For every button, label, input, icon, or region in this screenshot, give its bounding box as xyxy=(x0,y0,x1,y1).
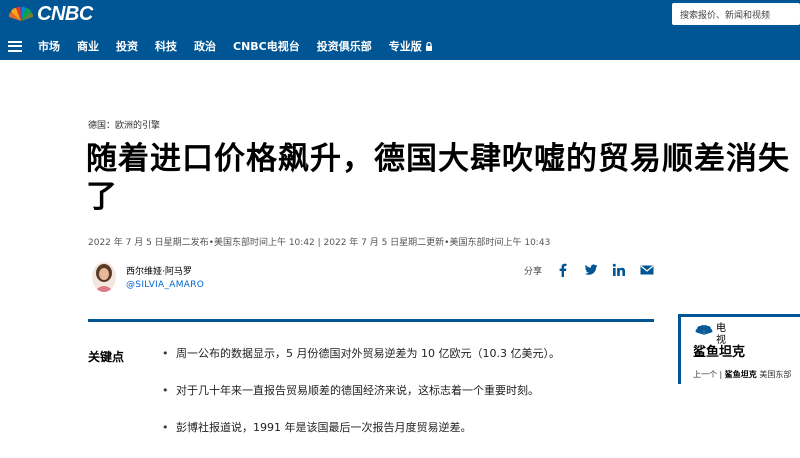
nav-item-cnbc-tv[interactable]: CNBC电视台 xyxy=(233,38,300,54)
email-icon[interactable] xyxy=(640,263,654,277)
key-points-label: 关键点 xyxy=(88,350,125,364)
key-point: 彭博社报道说，1991 年是该国最后一次报告月度贸易逆差。 xyxy=(162,420,642,436)
logo-text: CNBC xyxy=(37,3,93,25)
share-bar: 分享 xyxy=(524,263,668,277)
key-points-divider xyxy=(88,319,654,322)
main-nav: 市场 商业 投资 科技 政治 CNBC电视台 投资俱乐部 专业版 xyxy=(8,36,450,56)
peacock-icon xyxy=(695,325,713,335)
key-point: 周一公布的数据显示，5 月份德国对外贸易逆差为 10 亿欧元（10.3 亿美元）… xyxy=(162,346,642,362)
nav-item-politics[interactable]: 政治 xyxy=(194,38,216,54)
article-dateline: 2022 年 7 月 5 日星期二发布•美国东部时间上午 10:42 | 202… xyxy=(88,238,551,248)
facebook-icon[interactable] xyxy=(556,263,570,277)
site-header: CNBC 搜索报价、新闻和视频 市场 商业 投资 科技 政治 CNBC电视台 投… xyxy=(0,0,800,60)
cnbc-logo[interactable]: CNBC xyxy=(8,3,93,25)
author-name[interactable]: 西尔维娅·阿马罗 xyxy=(126,264,204,277)
nav-item-pro-label: 专业版 xyxy=(388,40,422,53)
nav-item-investing[interactable]: 投资 xyxy=(116,38,138,54)
search-input[interactable]: 搜索报价、新闻和视频 xyxy=(672,3,800,25)
tv-up-next-time: 美国东部 xyxy=(759,370,792,379)
nav-item-tech[interactable]: 科技 xyxy=(155,38,177,54)
nav-item-investing-club[interactable]: 投资俱乐部 xyxy=(317,38,372,54)
tv-up-next-label: 上一个 | xyxy=(693,370,723,379)
share-label: 分享 xyxy=(524,266,543,277)
author-avatar[interactable] xyxy=(92,262,116,292)
tv-up-next-show[interactable]: 鲨鱼坦克 xyxy=(725,370,757,379)
nav-item-pro[interactable]: 专业版 xyxy=(389,38,433,54)
section-label[interactable]: 德国：欧洲的引擎 xyxy=(88,118,160,131)
tv-widget[interactable]: 电视 鲨鱼坦克 上一个 | 鲨鱼坦克 美国东部 xyxy=(678,314,800,384)
lock-icon xyxy=(425,41,432,51)
linkedin-icon[interactable] xyxy=(612,263,626,277)
key-point: 对于几十年来一直报告贸易顺差的德国经济来说，这标志着一个重要时刻。 xyxy=(162,383,642,399)
nav-item-business[interactable]: 商业 xyxy=(77,38,99,54)
article-title: 随着进口价格飙升，德国大肆吹嘘的贸易顺差消失了 xyxy=(86,141,790,215)
key-points-list: 周一公布的数据显示，5 月份德国对外贸易逆差为 10 亿欧元（10.3 亿美元）… xyxy=(162,346,642,457)
menu-icon[interactable] xyxy=(8,40,22,52)
author-handle[interactable]: @SILVIA_AMARO xyxy=(126,280,204,290)
tv-up-next: 上一个 | 鲨鱼坦克 美国东部 xyxy=(693,369,791,380)
author-block: 西尔维娅·阿马罗 @SILVIA_AMARO xyxy=(92,262,204,292)
peacock-icon xyxy=(8,6,34,22)
twitter-icon[interactable] xyxy=(584,263,598,277)
nav-item-markets[interactable]: 市场 xyxy=(38,38,60,54)
tv-show-title[interactable]: 鲨鱼坦克 xyxy=(693,341,745,360)
